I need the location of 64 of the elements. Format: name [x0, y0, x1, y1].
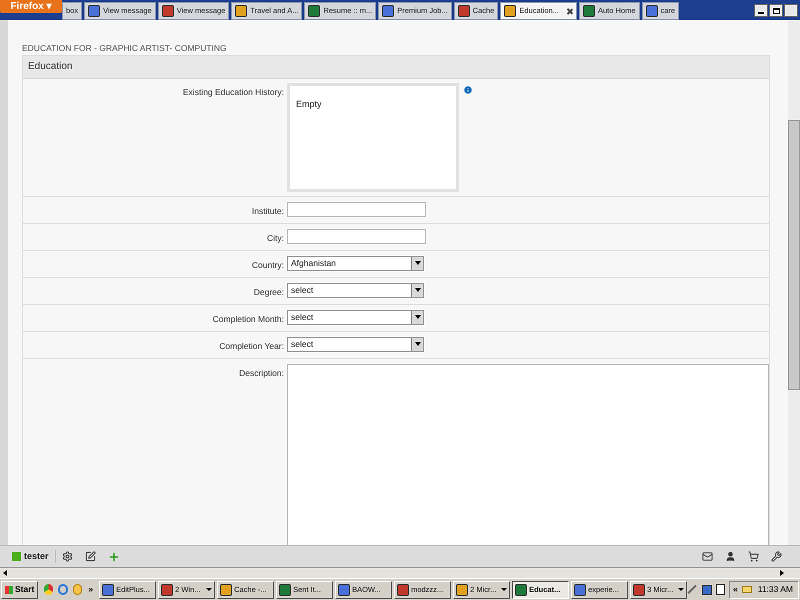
caret-icon [678, 588, 684, 591]
select-value: select [290, 284, 314, 297]
select-value: select [290, 310, 314, 324]
favicon-icon [456, 584, 468, 596]
favicon-icon [308, 5, 320, 17]
select-value: select [290, 338, 314, 351]
field-label: Country: [250, 258, 285, 272]
field-label: Existing Education History: [182, 86, 285, 99]
page-heading: EDUCATION FOR - GRAPHIC ARTIST- COMPUTING [22, 42, 228, 55]
overflow-chevron[interactable]: » [84, 583, 98, 596]
caret-icon [501, 588, 508, 591]
field-label: Completion Year: [218, 340, 285, 353]
select-field[interactable]: select [287, 336, 424, 352]
field-label: Degree: [252, 286, 285, 299]
favicon-icon [235, 5, 248, 17]
browser-icon[interactable] [58, 584, 68, 595]
favicon-icon [458, 5, 470, 17]
favicon-icon [397, 584, 410, 596]
favicon-icon [338, 584, 350, 596]
favicon-icon [582, 5, 595, 17]
field-label: Completion Month: [212, 312, 285, 326]
favicon-icon [161, 584, 174, 596]
edit-icon[interactable] [84, 551, 96, 562]
horizontal-scrollbar[interactable] [0, 567, 800, 578]
clock: 11:33 AM [756, 583, 794, 596]
select-field[interactable]: Afghanistan [287, 256, 424, 271]
history-value: Empty [296, 98, 322, 109]
user-name[interactable]: tester [24, 550, 56, 564]
tray-expand[interactable]: « [732, 583, 738, 596]
field-label: Institute: [250, 204, 285, 218]
minimize-icon[interactable] [754, 4, 768, 17]
info-icon [463, 84, 473, 95]
maximize-icon[interactable] [769, 4, 783, 17]
favicon-icon [633, 584, 646, 596]
field-label: Description: [238, 366, 285, 380]
favicon-icon [504, 5, 516, 17]
favicon-icon [162, 5, 174, 17]
favicon-icon [88, 5, 100, 17]
text-input[interactable] [287, 228, 426, 244]
vertical-scrollbar[interactable] [788, 20, 800, 545]
caret-icon [206, 588, 212, 591]
select-value: Afghanistan [290, 256, 337, 270]
user-icon[interactable] [725, 551, 736, 562]
settings-icon[interactable] [62, 551, 73, 562]
favicon-icon [646, 5, 658, 17]
favicon-icon [515, 584, 528, 596]
favicon-icon [574, 584, 586, 596]
browser-icon[interactable] [44, 584, 54, 595]
select-field[interactable]: select [287, 282, 424, 298]
status-square-icon [12, 552, 21, 561]
select-field[interactable]: select [287, 310, 424, 325]
envelope-icon[interactable] [742, 586, 752, 593]
text-input[interactable] [287, 202, 426, 217]
add-icon[interactable] [108, 550, 120, 562]
favicon-icon [279, 584, 292, 596]
favicon-icon [382, 5, 394, 17]
field-label: City: [266, 232, 285, 245]
panel-title: Education [23, 56, 769, 79]
start-button[interactable]: Start [1, 580, 38, 598]
wrench-icon[interactable] [771, 551, 782, 562]
favicon-icon [220, 584, 232, 596]
mail-icon[interactable] [702, 551, 713, 562]
favicon-icon [102, 584, 114, 596]
cart-icon[interactable] [748, 551, 759, 562]
